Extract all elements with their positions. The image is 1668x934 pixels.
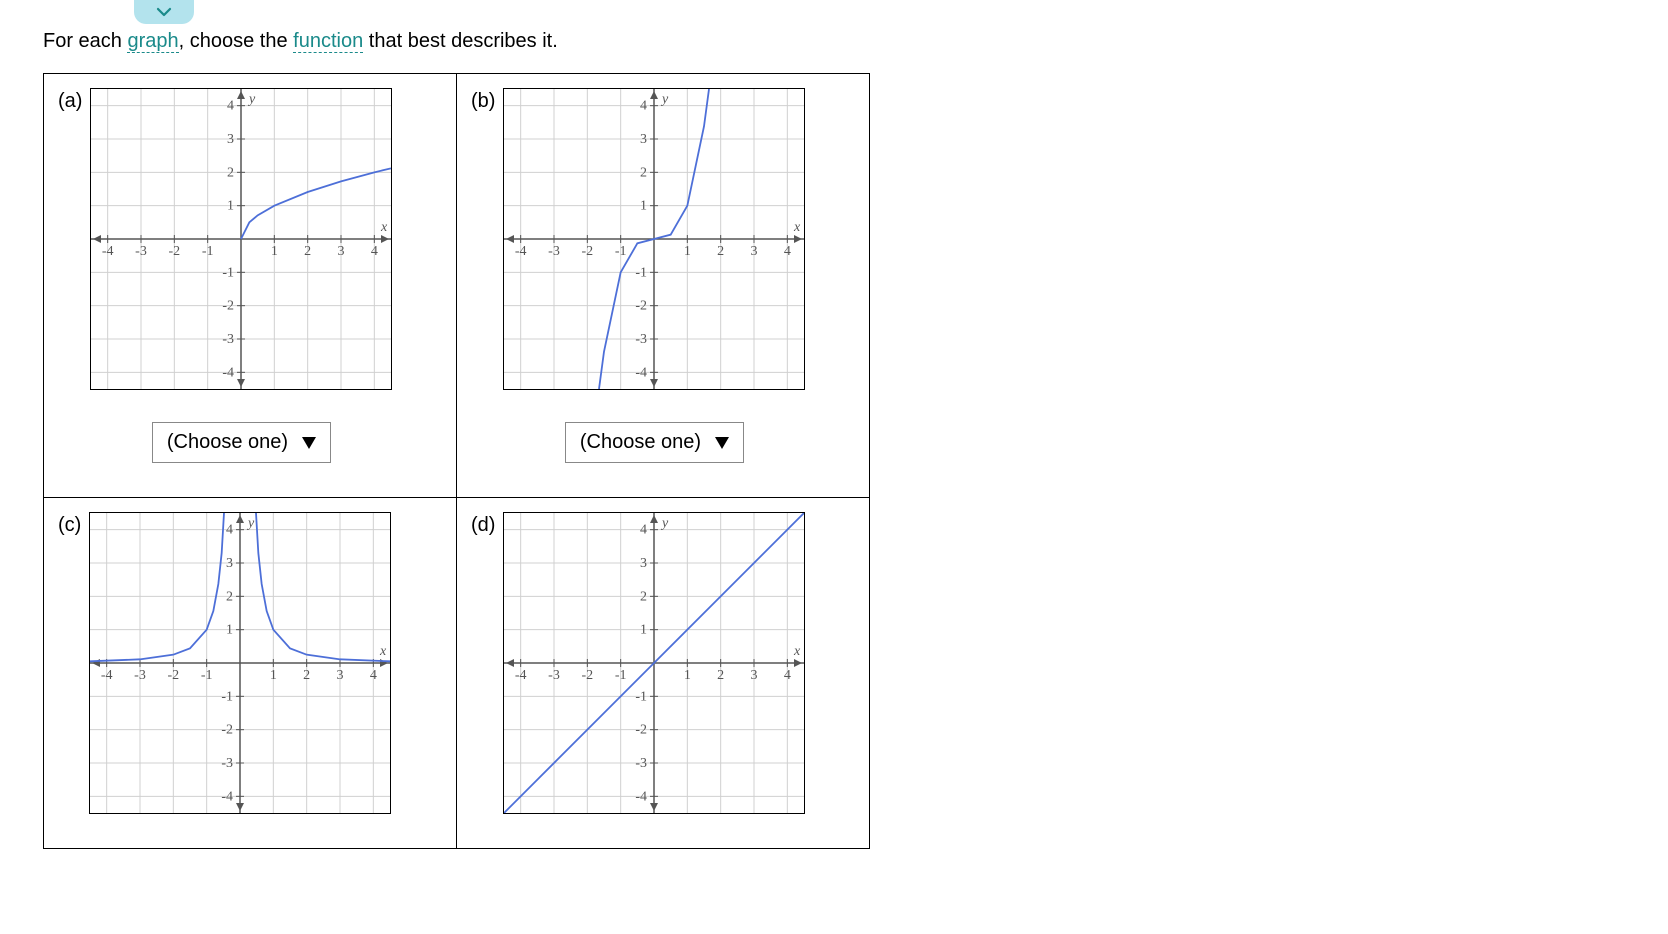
part-label-c: (c) <box>58 514 81 537</box>
dropdown-a[interactable]: (Choose one) <box>152 422 331 463</box>
svg-text:-2: -2 <box>168 668 180 683</box>
term-link-function[interactable]: function <box>293 30 363 53</box>
svg-text:-2: -2 <box>636 723 648 738</box>
svg-text:-3: -3 <box>134 668 146 683</box>
svg-text:y: y <box>660 516 669 531</box>
svg-text:1: 1 <box>684 668 691 683</box>
svg-text:-4: -4 <box>515 244 527 259</box>
svg-text:2: 2 <box>226 589 233 604</box>
svg-text:3: 3 <box>226 556 233 571</box>
plot-c: -4-4-3-3-2-2-1-111223344xy <box>89 512 391 814</box>
cell-d: (d) -4-4-3-3-2-2-1-111223344xy <box>457 498 870 849</box>
svg-text:4: 4 <box>226 523 233 538</box>
cell-a: (a) -4-4-3-3-2-2-1-111223344xy (Choose o… <box>44 74 457 498</box>
svg-text:-3: -3 <box>636 332 648 347</box>
dropdown-b-label: (Choose one) <box>580 431 701 454</box>
svg-text:-3: -3 <box>549 244 561 259</box>
svg-text:-2: -2 <box>223 299 235 314</box>
svg-text:x: x <box>380 220 388 235</box>
chevron-down-icon <box>155 3 173 21</box>
cell-b: (b) -4-4-3-3-2-2-1-111223344xy (Choose o… <box>457 74 870 498</box>
svg-text:3: 3 <box>640 132 647 147</box>
svg-text:-1: -1 <box>201 668 213 683</box>
svg-text:-3: -3 <box>223 332 235 347</box>
svg-text:3: 3 <box>227 132 234 147</box>
svg-text:-2: -2 <box>582 668 594 683</box>
caret-down-icon <box>715 437 729 449</box>
svg-text:-4: -4 <box>222 789 234 804</box>
svg-text:4: 4 <box>370 668 377 683</box>
svg-text:2: 2 <box>718 668 725 683</box>
svg-text:1: 1 <box>270 668 277 683</box>
dropdown-a-label: (Choose one) <box>167 431 288 454</box>
svg-text:x: x <box>793 644 801 659</box>
svg-text:2: 2 <box>227 165 234 180</box>
plot-b: -4-4-3-3-2-2-1-111223344xy <box>503 88 805 390</box>
svg-text:1: 1 <box>640 623 647 638</box>
svg-text:x: x <box>379 644 387 659</box>
svg-text:3: 3 <box>338 244 345 259</box>
svg-text:x: x <box>793 220 801 235</box>
svg-text:y: y <box>660 92 669 107</box>
svg-text:4: 4 <box>784 668 791 683</box>
svg-text:4: 4 <box>640 523 647 538</box>
svg-text:3: 3 <box>640 556 647 571</box>
svg-text:1: 1 <box>271 244 278 259</box>
plot-a: -4-4-3-3-2-2-1-111223344xy <box>90 88 392 390</box>
svg-text:-3: -3 <box>222 756 234 771</box>
svg-text:-2: -2 <box>636 299 648 314</box>
parts-grid: (a) -4-4-3-3-2-2-1-111223344xy (Choose o… <box>43 73 870 849</box>
svg-text:y: y <box>247 92 256 107</box>
svg-text:4: 4 <box>371 244 378 259</box>
svg-text:-1: -1 <box>222 689 234 704</box>
svg-text:-4: -4 <box>636 365 648 380</box>
svg-text:2: 2 <box>640 589 647 604</box>
svg-text:-1: -1 <box>636 689 648 704</box>
svg-text:-3: -3 <box>549 668 561 683</box>
svg-text:2: 2 <box>718 244 725 259</box>
cell-c: (c) -4-4-3-3-2-2-1-111223344xy <box>44 498 457 849</box>
svg-text:-1: -1 <box>615 668 627 683</box>
svg-text:3: 3 <box>751 668 758 683</box>
svg-text:-4: -4 <box>223 365 235 380</box>
caret-down-icon <box>302 437 316 449</box>
svg-text:4: 4 <box>640 99 647 114</box>
svg-text:3: 3 <box>751 244 758 259</box>
svg-text:-3: -3 <box>136 244 148 259</box>
question-prefix: For each <box>43 30 127 52</box>
svg-text:1: 1 <box>684 244 691 259</box>
svg-text:2: 2 <box>640 165 647 180</box>
svg-text:-2: -2 <box>169 244 181 259</box>
svg-text:-3: -3 <box>636 756 648 771</box>
svg-text:-2: -2 <box>582 244 594 259</box>
svg-text:1: 1 <box>226 623 233 638</box>
question-text: For each graph, choose the function that… <box>43 30 1668 53</box>
hint-arrow-badge[interactable] <box>134 0 194 24</box>
svg-text:3: 3 <box>337 668 344 683</box>
part-label-a: (a) <box>58 90 82 113</box>
svg-text:4: 4 <box>227 99 234 114</box>
svg-text:2: 2 <box>305 244 312 259</box>
plot-d: -4-4-3-3-2-2-1-111223344xy <box>503 512 805 814</box>
question-mid: , choose the <box>179 30 294 52</box>
term-link-graph[interactable]: graph <box>127 30 178 53</box>
question-suffix: that best describes it. <box>363 30 558 52</box>
part-label-b: (b) <box>471 90 495 113</box>
svg-text:-2: -2 <box>222 723 234 738</box>
svg-text:-4: -4 <box>101 668 113 683</box>
svg-text:-4: -4 <box>636 789 648 804</box>
svg-text:-1: -1 <box>202 244 214 259</box>
svg-text:1: 1 <box>227 199 234 214</box>
svg-text:-1: -1 <box>223 265 235 280</box>
svg-text:y: y <box>246 516 255 531</box>
svg-text:1: 1 <box>640 199 647 214</box>
svg-text:-4: -4 <box>515 668 527 683</box>
svg-text:-1: -1 <box>615 244 627 259</box>
dropdown-b[interactable]: (Choose one) <box>565 422 744 463</box>
svg-text:-1: -1 <box>636 265 648 280</box>
part-label-d: (d) <box>471 514 495 537</box>
svg-text:2: 2 <box>303 668 310 683</box>
svg-text:-4: -4 <box>102 244 114 259</box>
svg-text:4: 4 <box>784 244 791 259</box>
